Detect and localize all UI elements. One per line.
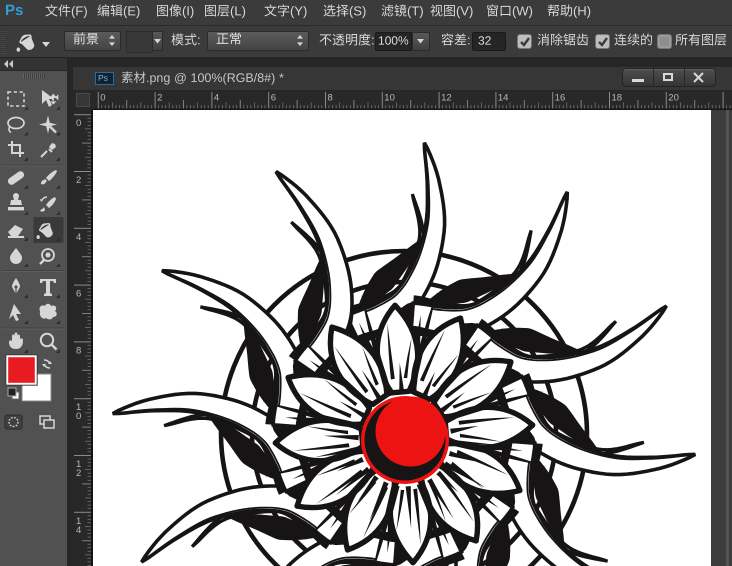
- svg-text:12: 12: [441, 93, 452, 104]
- svg-text:14: 14: [498, 93, 509, 104]
- svg-text:0: 0: [76, 118, 81, 129]
- svg-text:2: 2: [76, 175, 81, 186]
- svg-text:8: 8: [76, 345, 81, 356]
- svg-text:8: 8: [328, 93, 333, 104]
- svg-text:2: 2: [76, 468, 81, 479]
- svg-text:4: 4: [214, 93, 219, 104]
- svg-text:10: 10: [384, 93, 395, 104]
- svg-text:6: 6: [76, 289, 81, 300]
- svg-text:18: 18: [612, 93, 623, 104]
- svg-text:16: 16: [555, 93, 566, 104]
- svg-text:0: 0: [100, 93, 105, 104]
- svg-text:2: 2: [157, 93, 162, 104]
- svg-text:4: 4: [76, 232, 81, 243]
- svg-text:6: 6: [271, 93, 276, 104]
- svg-text:0: 0: [76, 411, 81, 422]
- svg-text:4: 4: [76, 525, 81, 536]
- svg-text:20: 20: [668, 93, 679, 104]
